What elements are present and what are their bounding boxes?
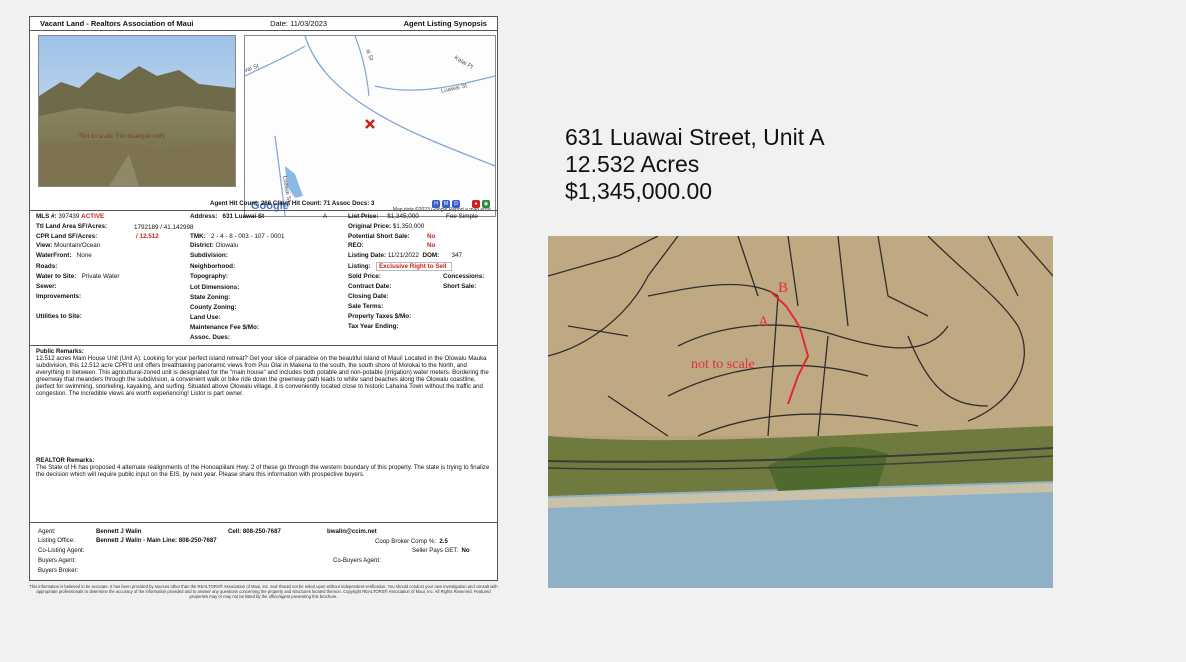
property-price: $1,345,000.00	[565, 178, 713, 204]
document-icon[interactable]: H	[432, 200, 440, 208]
concessions-label: Concessions:	[443, 273, 485, 280]
listing-office-value: Bennett J Walin - Main Line: 808-250-768…	[96, 537, 217, 544]
buyers-broker-label: Buyers Broker:	[38, 567, 79, 574]
buyers-agent-label: Buyers Agent:	[38, 557, 76, 564]
status-badge: ACTIVE	[81, 213, 105, 220]
realtor-remarks-text: The State of Hi has proposed 4 alternate…	[36, 464, 490, 478]
location-map[interactable]: Kalai Pl Luawai St Luawai St ai St wai S…	[244, 35, 496, 217]
ttl-land-area-value: 1792189 / 41.142998	[134, 224, 194, 231]
public-remarks-title: Public Remarks:	[36, 348, 84, 355]
short-sale-value: No	[427, 233, 436, 240]
photo-watermark: Not to scale. For example only	[79, 132, 166, 140]
listing-details: MLS #: 397439 ACTIVE Ttl Land Area SF/Ac…	[30, 210, 497, 346]
hit-count-bar: Agent Hit Count: 266 Client Hit Count: 7…	[210, 200, 375, 207]
disclosure-icon[interactable]: D	[452, 200, 460, 208]
fee-simple: Fee Simple	[446, 213, 478, 220]
sheet-header: Vacant Land - Realtors Association of Ma…	[30, 17, 497, 31]
document-icons: H M D ● ◉	[432, 200, 490, 208]
property-address: 631 Luawai Street, Unit A	[565, 124, 825, 150]
agent-name: Bennett J Walin	[96, 528, 142, 535]
co-buyers-label: Co-Buyers Agent:	[333, 557, 381, 564]
short-sale-label: Short Sale:	[443, 283, 477, 290]
unit-letter: A	[323, 213, 328, 220]
reo-value: No	[427, 242, 436, 249]
parcel-label-b: B	[778, 280, 789, 296]
parcel-label-a: A	[758, 314, 769, 330]
stop-icon[interactable]: ●	[472, 200, 480, 208]
disclaimer: This information is believed to be accur…	[29, 584, 498, 599]
cpr-land-value: / 12.512	[136, 233, 159, 240]
co-listing-label: Co-Listing Agent:	[38, 547, 85, 554]
property-summary: 631 Luawai Street, Unit A 12.532 Acres $…	[565, 124, 825, 205]
realtor-remarks: REALTOR Remarks: The State of Hi has pro…	[36, 457, 491, 478]
agent-section: Agent: Bennett J Walin Cell: 808-250-768…	[38, 528, 470, 574]
realtor-remarks-title: REALTOR Remarks:	[36, 457, 95, 464]
property-marker	[365, 119, 375, 129]
public-remarks-text: 12.512 acres Main House Unit (Unit A): L…	[36, 355, 489, 397]
agent-email[interactable]: bwalin@ccim.net	[327, 528, 377, 535]
agent-label: Agent:	[38, 528, 56, 535]
globe-icon[interactable]: ◉	[482, 200, 490, 208]
listing-office-label: Listing Office:	[38, 537, 75, 544]
sheet-header-right: Agent Listing Synopsis	[403, 19, 487, 28]
listing-synopsis-sheet: Vacant Land - Realtors Association of Ma…	[29, 16, 498, 581]
map-icon[interactable]: M	[442, 200, 450, 208]
sheet-header-date: Date: 11/03/2023	[270, 19, 328, 28]
listing-type: Exclusive Right to Sell	[375, 262, 452, 271]
aerial-parcel-map: not to scale A B	[548, 236, 1053, 588]
property-acres: 12.532 Acres	[565, 151, 700, 177]
sheet-header-title: Vacant Land - Realtors Association of Ma…	[40, 19, 194, 28]
property-photo: Not to scale. For example only	[38, 35, 236, 187]
remarks-section: Public Remarks: 12.512 acres Main House …	[30, 345, 497, 523]
not-to-scale-annotation: not to scale	[691, 357, 755, 372]
agent-cell: Cell: 808-250-7687	[228, 528, 281, 535]
